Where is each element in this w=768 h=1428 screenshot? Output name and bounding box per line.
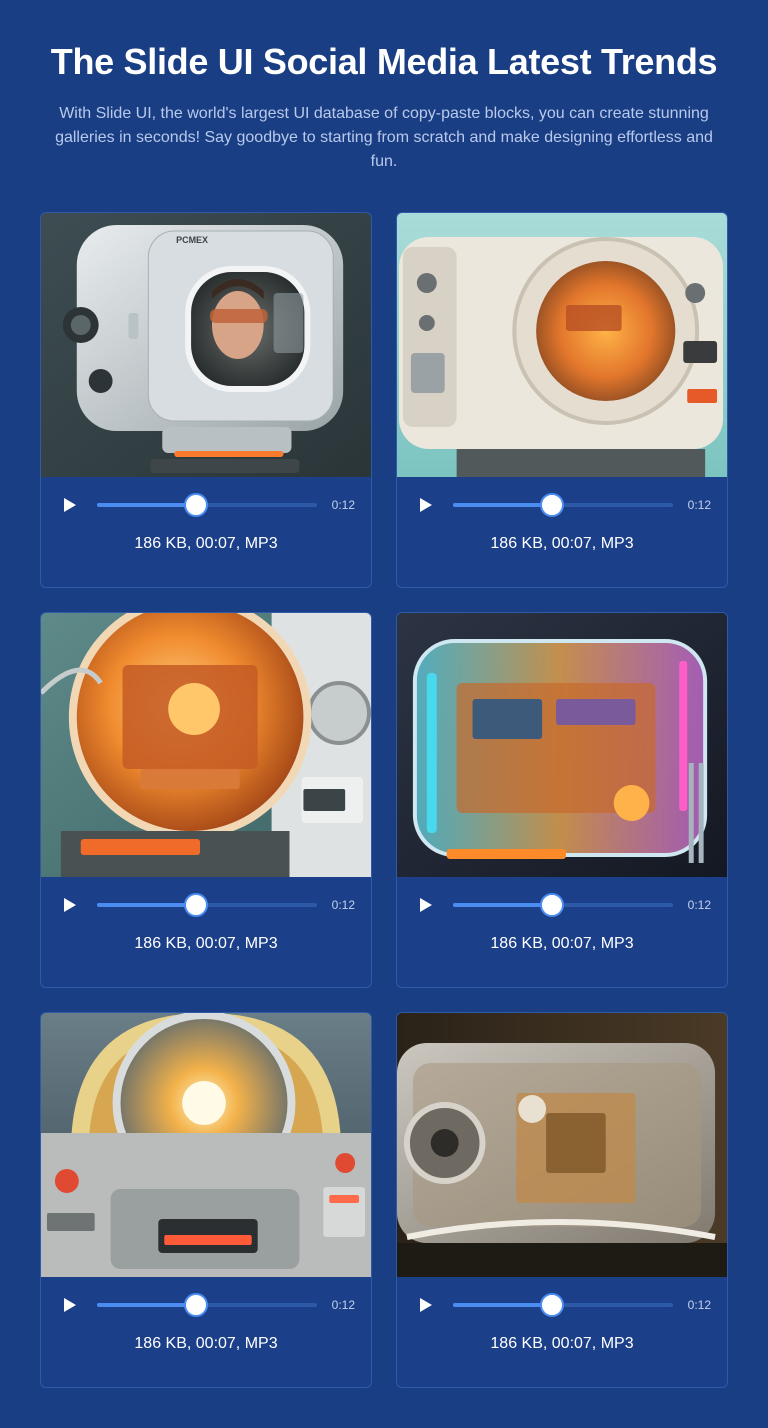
progress-fill	[453, 903, 552, 907]
audio-player: 0:12	[41, 877, 371, 933]
play-icon[interactable]	[63, 1297, 77, 1313]
audio-card: 0:12 186 KB, 00:07, MP3	[396, 612, 728, 988]
progress-knob[interactable]	[184, 1293, 208, 1317]
progress-knob[interactable]	[540, 1293, 564, 1317]
audio-player: 0:12	[397, 477, 727, 533]
time-label: 0:12	[331, 498, 355, 512]
audio-card: 0:12 186 KB, 00:07, MP3	[396, 1012, 728, 1388]
progress-fill	[97, 503, 196, 507]
card-image-jukebox-dome[interactable]	[41, 1013, 371, 1277]
progress-slider[interactable]	[97, 493, 317, 517]
file-info: 186 KB, 00:07, MP3	[490, 935, 634, 952]
progress-knob[interactable]	[540, 893, 564, 917]
card-image-retro-tv[interactable]: PCMEX	[41, 213, 371, 477]
audio-card: 0:12 186 KB, 00:07, MP3	[40, 1012, 372, 1388]
progress-knob[interactable]	[540, 493, 564, 517]
progress-knob[interactable]	[184, 493, 208, 517]
audio-player: 0:12	[41, 1277, 371, 1333]
file-info: 186 KB, 00:07, MP3	[134, 1335, 278, 1352]
progress-fill	[453, 1303, 552, 1307]
audio-card: 0:12 186 KB, 00:07, MP3	[40, 612, 372, 988]
progress-slider[interactable]	[453, 893, 673, 917]
page-title: The Slide UI Social Media Latest Trends	[50, 41, 718, 82]
progress-knob[interactable]	[184, 893, 208, 917]
progress-slider[interactable]	[97, 1293, 317, 1317]
play-icon[interactable]	[419, 497, 433, 513]
file-info: 186 KB, 00:07, MP3	[134, 535, 278, 552]
card-image-neon-computer[interactable]	[397, 613, 727, 877]
play-icon[interactable]	[63, 497, 77, 513]
card-image-cream-machine[interactable]	[397, 213, 727, 477]
progress-slider[interactable]	[97, 893, 317, 917]
progress-fill	[97, 903, 196, 907]
audio-card-grid: PCMEX 0:12 186 KB, 00:07, MP3 0:12 186 K…	[40, 212, 728, 1388]
time-label: 0:12	[331, 1298, 355, 1312]
audio-player: 0:12	[397, 877, 727, 933]
time-label: 0:12	[687, 498, 711, 512]
progress-slider[interactable]	[453, 1293, 673, 1317]
play-icon[interactable]	[419, 897, 433, 913]
device-brand-text: PCMEX	[176, 235, 208, 245]
progress-fill	[453, 503, 552, 507]
time-label: 0:12	[687, 898, 711, 912]
card-image-orange-reactor[interactable]	[41, 613, 371, 877]
audio-card: PCMEX 0:12 186 KB, 00:07, MP3	[40, 212, 372, 588]
audio-player: 0:12	[41, 477, 371, 533]
audio-player: 0:12	[397, 1277, 727, 1333]
page-subtitle: With Slide UI, the world's largest UI da…	[55, 105, 713, 170]
progress-fill	[97, 1303, 196, 1307]
time-label: 0:12	[687, 1298, 711, 1312]
file-info: 186 KB, 00:07, MP3	[490, 535, 634, 552]
play-icon[interactable]	[63, 897, 77, 913]
file-info: 186 KB, 00:07, MP3	[490, 1335, 634, 1352]
progress-slider[interactable]	[453, 493, 673, 517]
file-info: 186 KB, 00:07, MP3	[134, 935, 278, 952]
audio-card: 0:12 186 KB, 00:07, MP3	[396, 212, 728, 588]
hero-section: The Slide UI Social Media Latest Trends …	[0, 0, 768, 174]
card-image-mechanical-box[interactable]	[397, 1013, 727, 1277]
time-label: 0:12	[331, 898, 355, 912]
play-icon[interactable]	[419, 1297, 433, 1313]
